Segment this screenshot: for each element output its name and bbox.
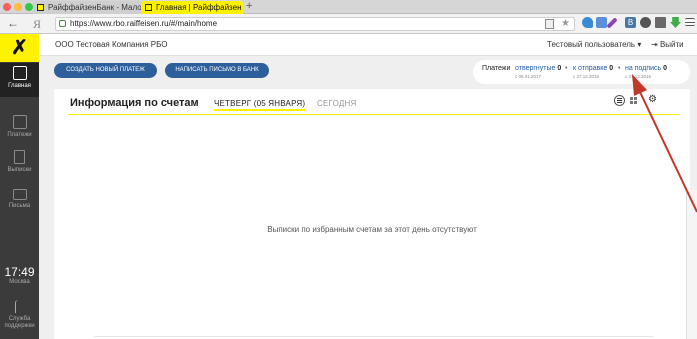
pen-icon[interactable] [606, 17, 618, 29]
sidebar-item-home[interactable]: Главная [0, 63, 39, 97]
yellow-divider [68, 114, 680, 115]
support-link[interactable]: Служба поддержки [0, 298, 39, 330]
vk-icon[interactable]: В [625, 17, 636, 28]
sidebar-item-statements[interactable]: Выписки [0, 147, 39, 181]
extension-icon[interactable] [596, 17, 607, 28]
new-payment-button[interactable]: Создать новый платеж [54, 63, 157, 78]
browser-toolbar: ← Я https://www.rbo.raiffeisen.ru/#/main… [0, 14, 697, 34]
sidebar: ✗ Главная Платежи Выписки Письма 17:49 М… [0, 34, 39, 339]
raiffeisen-favicon [37, 4, 44, 11]
yandex-icon[interactable]: Я [33, 17, 41, 32]
phone-icon [14, 300, 25, 313]
logout-button[interactable]: ⇥ Выйти [651, 40, 684, 49]
logout-label: Выйти [659, 40, 684, 49]
to-sign-count: 0 [663, 65, 668, 72]
settings-gear-icon[interactable]: ⚙ [648, 95, 659, 106]
main-content: Создать новый платеж Написать письмо в б… [39, 56, 697, 339]
logout-icon: ⇥ [651, 40, 660, 49]
browser-tab-1[interactable]: РайффайзенБанк - Мало [33, 1, 141, 14]
sidebar-item-label: Письма [8, 203, 31, 209]
clock-city: Москва [9, 279, 30, 285]
star-icon[interactable]: ★ [561, 18, 570, 30]
new-tab-button[interactable]: + [246, 0, 252, 13]
url-text: https://www.rbo.raiffeisen.ru/#/main/hom… [70, 19, 218, 28]
separator-dot: • [618, 65, 621, 72]
browser-tab-2[interactable]: Главная | Райффайзен [141, 1, 243, 14]
logo-mark: ✗ [11, 37, 28, 59]
close-window-button[interactable] [3, 3, 11, 11]
sidebar-item-payments[interactable]: Платежи [0, 112, 39, 146]
extension-icon[interactable] [655, 17, 666, 28]
support-label: Служба поддержки [4, 316, 35, 329]
to-sign-payments-link[interactable]: на подпись 0 [625, 65, 667, 72]
zoom-window-button[interactable] [25, 3, 33, 11]
tab-today[interactable]: Сегодня [317, 99, 356, 108]
window-controls [3, 3, 33, 11]
scrollbar[interactable] [686, 190, 697, 339]
grid-view-icon[interactable] [629, 95, 640, 106]
list-view-icon[interactable] [614, 95, 625, 106]
sidebar-item-letters[interactable]: Письма [0, 186, 39, 220]
card-bottom-divider [94, 336, 654, 337]
company-name: ООО Тестовая Компания РБО [55, 40, 168, 49]
bank-icon [12, 66, 27, 80]
to-sign-date: с 27.12.2016 [625, 74, 652, 79]
extension-icon[interactable] [582, 17, 593, 28]
empty-state-message: Выписки по избранным счетам за этот день… [267, 225, 477, 234]
back-icon[interactable]: ← [7, 16, 19, 30]
lock-icon [59, 20, 66, 27]
to-send-count: 0 [609, 65, 614, 72]
rejected-label: отвергнутые [515, 65, 556, 72]
to-send-payments-link[interactable]: к отправке 0 [573, 65, 613, 72]
rejected-date: с 05.01.2017 [515, 74, 542, 79]
sidebar-item-label: Главная [8, 83, 31, 89]
browser-window: РайффайзенБанк - Мало Главная | Райффайз… [0, 0, 697, 339]
accounts-card: Информация по счетам Четверг (05 января)… [54, 89, 690, 339]
address-bar[interactable]: https://www.rbo.raiffeisen.ru/#/main/hom… [55, 17, 575, 31]
separator-dot: • [565, 65, 568, 72]
clock-time: 17:49 [4, 265, 35, 279]
sidebar-item-label: Платежи [7, 132, 32, 138]
sidebar-item-label: Выписки [7, 167, 32, 173]
download-icon[interactable] [670, 17, 681, 28]
tab-thursday[interactable]: Четверг (05 января) [214, 99, 306, 111]
write-letter-button[interactable]: Написать письмо в банк [165, 63, 269, 78]
rejected-payments-link[interactable]: отвергнутые 0 [515, 65, 561, 72]
accounts-title: Информация по счетам [70, 97, 199, 109]
payments-label: Платежи [482, 65, 511, 72]
raiffeisen-logo[interactable]: ✗ [0, 34, 39, 62]
document-icon [14, 150, 25, 164]
raiffeisen-favicon [145, 4, 152, 11]
rejected-count: 0 [557, 65, 562, 72]
payments-summary: Платежи отвергнутые 0 с 05.01.2017 • к о… [473, 60, 690, 84]
envelope-icon [12, 189, 27, 200]
app-header: ООО Тестовая Компания РБО Тестовый польз… [39, 34, 697, 56]
user-menu[interactable]: Тестовый пользователь ▾ [547, 40, 641, 49]
browser-tab-title: Главная | Райффайзен [156, 3, 242, 12]
payment-icon [12, 115, 27, 129]
to-sign-label: на подпись [625, 65, 662, 72]
menu-icon[interactable] [685, 18, 695, 26]
to-send-label: к отправке [573, 65, 608, 72]
to-send-date: с 27.12.2016 [573, 74, 600, 79]
extension-icon[interactable] [640, 17, 651, 28]
browser-tab-title: РайффайзенБанк - Мало [48, 3, 141, 12]
minimize-window-button[interactable] [14, 3, 22, 11]
bookmark-icon[interactable] [545, 19, 554, 29]
tab-strip: РайффайзенБанк - Мало Главная | Райффайз… [0, 0, 697, 14]
